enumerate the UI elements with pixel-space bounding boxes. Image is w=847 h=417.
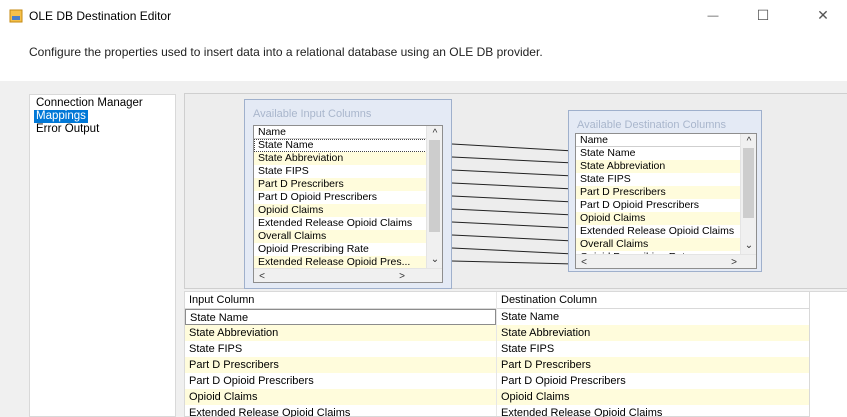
table-header: Input Column Destination Column	[185, 292, 809, 309]
input-column-header[interactable]: Input Column	[185, 292, 496, 309]
title-bar: OLE DB Destination Editor — ☐ ✕	[0, 0, 847, 31]
input-column-cell[interactable]: State Name	[185, 309, 496, 325]
nav-item-error-output[interactable]: Error Output	[34, 123, 101, 136]
input-column-cell[interactable]: State Abbreviation	[185, 325, 496, 341]
destination-column-item[interactable]: State FIPS	[576, 173, 741, 186]
destination-columns-box[interactable]: Available Destination Columns Name State…	[568, 110, 762, 272]
maximize-icon: ☐	[756, 7, 770, 23]
input-column-cell[interactable]: Opioid Claims	[185, 389, 496, 405]
close-button[interactable]: ✕	[800, 0, 846, 31]
scroll-left-icon[interactable]: <	[576, 255, 592, 268]
destination-column-item[interactable]: Opioid Claims	[576, 212, 741, 225]
mapping-table: Input Column Destination Column State Na…	[184, 291, 810, 417]
table-row[interactable]: State FIPS State FIPS	[185, 341, 809, 357]
scrollbar-thumb[interactable]	[743, 148, 754, 218]
destination-column-cell[interactable]: Part D Prescribers	[497, 357, 809, 373]
table-row[interactable]: Part D Prescribers Part D Prescribers	[185, 357, 809, 373]
destination-columns-vscroll[interactable]: ^ ⌄	[740, 134, 756, 254]
minimize-icon: —	[707, 9, 719, 22]
destination-column-cell[interactable]: State Name	[497, 309, 809, 325]
destination-column-item[interactable]: State Abbreviation	[576, 160, 741, 173]
destination-columns-list[interactable]: Name State Name State Abbreviation State…	[575, 133, 757, 269]
column-divider	[496, 292, 497, 416]
destination-column-header[interactable]: Destination Column	[497, 292, 809, 309]
destination-column-item[interactable]: State Name	[576, 147, 741, 160]
mapping-diagram: Available Input Columns Name State Name …	[184, 93, 847, 289]
ole-db-destination-icon	[9, 9, 23, 23]
description-text: Configure the properties used to insert …	[29, 45, 543, 59]
window-title: OLE DB Destination Editor	[29, 9, 172, 23]
close-icon: ✕	[817, 7, 829, 23]
destination-columns-hscroll[interactable]: < >	[576, 254, 756, 268]
table-row[interactable]: State Abbreviation State Abbreviation	[185, 325, 809, 341]
input-column-cell[interactable]: Part D Prescribers	[185, 357, 496, 373]
nav-item-connection-manager[interactable]: Connection Manager	[34, 97, 145, 110]
scroll-down-icon[interactable]: ⌄	[741, 238, 756, 252]
table-row[interactable]: Opioid Claims Opioid Claims	[185, 389, 809, 405]
table-row[interactable]: Extended Release Opioid Claims Extended …	[185, 405, 809, 417]
minimize-button[interactable]: —	[690, 0, 736, 31]
destination-column-cell[interactable]: State FIPS	[497, 341, 809, 357]
input-column-cell[interactable]: State FIPS	[185, 341, 496, 357]
destination-column-cell[interactable]: Extended Release Opioid Claims	[497, 405, 809, 417]
destination-column-item[interactable]: Extended Release Opioid Claims	[576, 225, 741, 238]
destination-column-cell[interactable]: Part D Opioid Prescribers	[497, 373, 809, 389]
input-column-cell[interactable]: Extended Release Opioid Claims	[185, 405, 496, 417]
destination-column-cell[interactable]: Opioid Claims	[497, 389, 809, 405]
header-area: Configure the properties used to insert …	[0, 31, 847, 81]
destination-column-item[interactable]: Overall Claims	[576, 238, 741, 251]
scroll-right-icon[interactable]: >	[726, 255, 742, 268]
table-row[interactable]: State Name State Name	[185, 309, 809, 325]
table-side-area	[810, 291, 847, 417]
destination-column-cell[interactable]: State Abbreviation	[497, 325, 809, 341]
maximize-button[interactable]: ☐	[740, 0, 786, 31]
destination-column-item[interactable]: Part D Prescribers	[576, 186, 741, 199]
destination-columns-title: Available Destination Columns	[577, 119, 726, 131]
nav-item-mappings[interactable]: Mappings	[34, 110, 88, 123]
table-row[interactable]: Part D Opioid Prescribers Part D Opioid …	[185, 373, 809, 389]
destination-columns-header: Name	[576, 134, 741, 147]
page-navigation: Connection Manager Mappings Error Output	[29, 94, 176, 417]
scroll-up-icon[interactable]: ^	[741, 134, 756, 148]
destination-column-item[interactable]: Part D Opioid Prescribers	[576, 199, 741, 212]
input-column-cell[interactable]: Part D Opioid Prescribers	[185, 373, 496, 389]
